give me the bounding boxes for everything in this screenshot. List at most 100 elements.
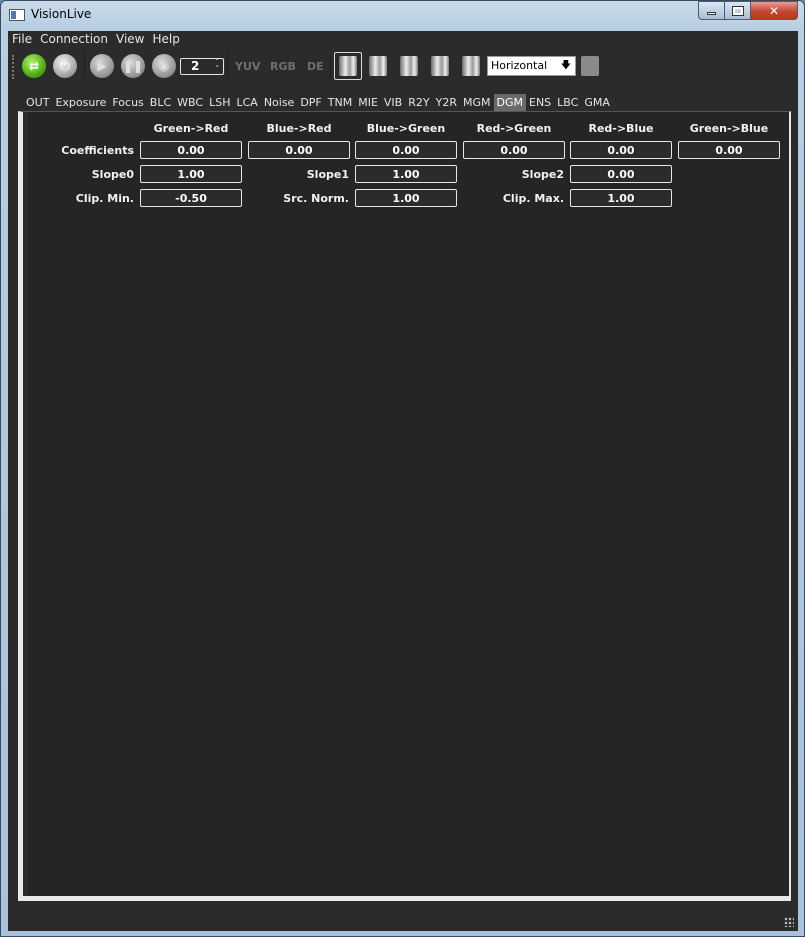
close-view-button[interactable] bbox=[578, 54, 602, 78]
camera-icon bbox=[369, 56, 387, 76]
slope0-label: Slope0 bbox=[91, 168, 134, 181]
image-button-1[interactable] bbox=[397, 54, 421, 78]
menu-view[interactable]: View bbox=[112, 31, 148, 49]
connect-button[interactable]: ⇄ bbox=[22, 54, 46, 78]
plug-button[interactable]: ⏻ bbox=[53, 54, 77, 78]
image-view-button[interactable] bbox=[334, 52, 362, 80]
maximize-icon bbox=[731, 5, 744, 16]
coefficient-blue-green-field[interactable] bbox=[355, 141, 457, 159]
capture-icon: ◉ bbox=[158, 59, 170, 73]
menu-connection[interactable]: Connection bbox=[36, 31, 112, 49]
rgb-button[interactable]: RGB bbox=[270, 60, 296, 73]
coefficient-blue-red-field[interactable] bbox=[248, 141, 350, 159]
toolbar-separator bbox=[84, 55, 85, 79]
column-header-green-red: Green->Red bbox=[153, 122, 229, 135]
menu-file[interactable]: File bbox=[8, 31, 36, 49]
clip-max-label: Clip. Max. bbox=[502, 192, 564, 205]
column-header-green-blue: Green->Blue bbox=[689, 122, 769, 135]
slope2-field[interactable] bbox=[570, 165, 672, 183]
menu-help[interactable]: Help bbox=[148, 31, 183, 49]
clip-max-field[interactable] bbox=[570, 189, 672, 207]
layout-select[interactable]: Horizontal 🡇 bbox=[487, 56, 576, 76]
client-area: File Connection View Help ⇄ ⏻ ▶ ❚❚ ◉ 2 ˄… bbox=[8, 31, 798, 931]
column-header-red-green: Red->Green bbox=[476, 122, 552, 135]
connect-icon: ⇄ bbox=[28, 59, 40, 73]
tab-out[interactable]: OUT bbox=[23, 94, 52, 112]
tab-vib[interactable]: VIB bbox=[381, 94, 405, 112]
image-button-2[interactable] bbox=[428, 54, 452, 78]
tab-mie[interactable]: MIE bbox=[355, 94, 381, 112]
toolbar-grip[interactable] bbox=[12, 55, 14, 79]
close-button[interactable]: ✕ bbox=[751, 1, 798, 20]
main-window: VisionLive ✕ File Connection View Help ⇄… bbox=[0, 0, 805, 937]
toolbar-separator bbox=[330, 55, 331, 79]
column-header-blue-red: Blue->Red bbox=[266, 122, 332, 135]
pause-icon: ❚❚ bbox=[122, 59, 144, 73]
toolbar: ⇄ ⏻ ▶ ❚❚ ◉ 2 ˄ ˅ YUV RGB DE Horizontal 🡇 bbox=[8, 51, 798, 83]
image-button-3[interactable] bbox=[459, 54, 483, 78]
window-title: VisionLive bbox=[31, 7, 92, 21]
tab-lca[interactable]: LCA bbox=[233, 94, 260, 112]
tab-ens[interactable]: ENS bbox=[526, 94, 554, 112]
tab-wbc[interactable]: WBC bbox=[174, 94, 206, 112]
slope1-field[interactable] bbox=[355, 165, 457, 183]
tab-lbc[interactable]: LBC bbox=[554, 94, 581, 112]
tab-y2r[interactable]: Y2R bbox=[433, 94, 460, 112]
tab-dpf[interactable]: DPF bbox=[297, 94, 324, 112]
capture-button[interactable]: ◉ bbox=[152, 54, 176, 78]
tab-mgm[interactable]: MGM bbox=[460, 94, 494, 112]
dgm-panel bbox=[18, 111, 791, 901]
spin-arrows-icon[interactable]: ˄ ˅ bbox=[216, 59, 220, 73]
slope2-label: Slope2 bbox=[521, 168, 564, 181]
image-icon-2 bbox=[431, 56, 449, 76]
coefficients-label: Coefficients bbox=[61, 144, 134, 157]
maximize-button[interactable] bbox=[725, 1, 751, 20]
src-norm-label: Src. Norm. bbox=[283, 192, 349, 205]
tab-tnm[interactable]: TNM bbox=[325, 94, 355, 112]
image-icon-1 bbox=[400, 56, 418, 76]
pause-button[interactable]: ❚❚ bbox=[121, 54, 145, 78]
dropdown-arrow-icon: 🡇 bbox=[560, 60, 571, 71]
tab-dgm[interactable]: DGM bbox=[493, 94, 526, 112]
layout-select-value: Horizontal bbox=[491, 59, 548, 72]
image-view-icon bbox=[339, 56, 357, 76]
minimize-icon bbox=[707, 12, 716, 15]
module-tab-bar: OUT Exposure Focus BLC WBC LSH LCA Noise… bbox=[23, 94, 613, 112]
yuv-button[interactable]: YUV bbox=[235, 60, 260, 73]
close-icon: ✕ bbox=[768, 3, 780, 18]
play-icon: ▶ bbox=[97, 59, 107, 73]
tab-exposure[interactable]: Exposure bbox=[52, 94, 109, 112]
tab-blc[interactable]: BLC bbox=[147, 94, 174, 112]
column-header-red-blue: Red->Blue bbox=[588, 122, 654, 135]
title-bar[interactable]: VisionLive ✕ bbox=[1, 1, 804, 31]
clip-min-label: Clip. Min. bbox=[75, 192, 134, 205]
image-icon-3 bbox=[462, 56, 480, 76]
app-icon bbox=[9, 9, 25, 21]
caption-buttons: ✕ bbox=[698, 1, 798, 20]
menu-bar: File Connection View Help bbox=[8, 31, 798, 49]
tab-noise[interactable]: Noise bbox=[261, 94, 298, 112]
play-button[interactable]: ▶ bbox=[90, 54, 114, 78]
frame-count-spinbox[interactable]: 2 ˄ ˅ bbox=[180, 58, 224, 75]
tab-r2y[interactable]: R2Y bbox=[405, 94, 432, 112]
slope0-field[interactable] bbox=[140, 165, 242, 183]
coefficient-green-red-field[interactable] bbox=[140, 141, 242, 159]
camera-button[interactable] bbox=[366, 54, 390, 78]
tab-gma[interactable]: GMA bbox=[581, 94, 613, 112]
toolbar-separator bbox=[227, 55, 228, 79]
coefficient-green-blue-field[interactable] bbox=[678, 141, 780, 159]
resize-grip-icon[interactable] bbox=[784, 917, 794, 927]
close-view-icon bbox=[581, 56, 599, 76]
dgm-panel-background bbox=[28, 112, 789, 896]
src-norm-field[interactable] bbox=[355, 189, 457, 207]
frame-count-value: 2 bbox=[191, 59, 200, 73]
coefficient-red-blue-field[interactable] bbox=[570, 141, 672, 159]
column-header-blue-green: Blue->Green bbox=[366, 122, 446, 135]
de-button[interactable]: DE bbox=[307, 60, 324, 73]
clip-min-field[interactable] bbox=[140, 189, 242, 207]
coefficient-red-green-field[interactable] bbox=[463, 141, 565, 159]
tab-focus[interactable]: Focus bbox=[109, 94, 146, 112]
minimize-button[interactable] bbox=[698, 1, 725, 20]
tab-lsh[interactable]: LSH bbox=[206, 94, 233, 112]
plug-icon: ⏻ bbox=[60, 58, 70, 73]
